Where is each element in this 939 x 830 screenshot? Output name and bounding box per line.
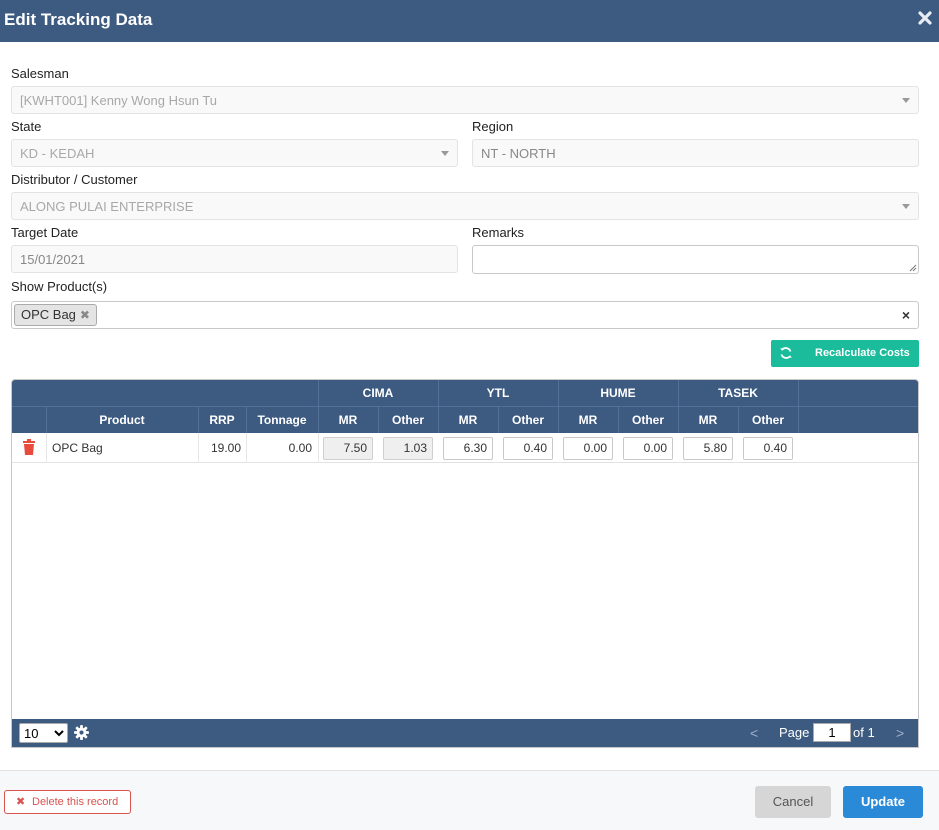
hume-other-input[interactable]: 0.00 [623, 437, 673, 460]
table-row: OPC Bag 19.00 0.00 7.50 1.03 6.30 0.40 0… [12, 433, 918, 463]
dropdown-caret-icon [902, 98, 910, 103]
recalculate-costs-button[interactable]: Recalculate Costs [771, 340, 919, 367]
products-label: Show Product(s) [11, 279, 108, 294]
group-header-cima: CIMA [362, 386, 394, 400]
row-divider [318, 433, 319, 463]
column-header-cima-mr[interactable]: MR [318, 407, 378, 433]
cima-other-input: 1.03 [383, 437, 433, 460]
column-header-hume-mr[interactable]: MR [558, 407, 618, 433]
chip-remove-icon[interactable]: ✖ [80, 308, 90, 322]
remarks-label: Remarks [472, 225, 525, 240]
hume-mr-input[interactable]: 0.00 [563, 437, 613, 460]
cima-mr-input: 7.50 [323, 437, 373, 460]
distributor-label: Distributor / Customer [11, 172, 138, 187]
state-label: State [11, 119, 42, 134]
page-count-label: of 1 [853, 725, 875, 740]
target-date-value: 15/01/2021 [20, 252, 86, 267]
prev-page-button[interactable]: < [750, 725, 758, 741]
gear-icon[interactable] [74, 725, 89, 740]
page-label: Page [779, 725, 810, 740]
distributor-select[interactable]: ALONG PULAI ENTERPRISE [11, 192, 919, 220]
page-number-input[interactable]: 1 [813, 723, 851, 742]
next-page-button[interactable]: > [896, 725, 904, 741]
refresh-icon [780, 347, 792, 359]
column-header-ytl-other[interactable]: Other [498, 407, 558, 433]
column-header-hume-other[interactable]: Other [618, 407, 678, 433]
page-size-select[interactable]: 10 [19, 723, 68, 743]
header-divider [12, 406, 918, 407]
cancel-button[interactable]: Cancel [755, 786, 831, 818]
column-header-tasek-mr[interactable]: MR [678, 407, 738, 433]
remarks-textarea[interactable] [472, 245, 919, 274]
dialog-titlebar: Edit Tracking Data [0, 0, 939, 42]
group-header-ytl: YTL [486, 386, 510, 400]
resize-grip-icon[interactable] [909, 264, 917, 272]
cell-product: OPC Bag [52, 441, 103, 455]
column-header-cima-other[interactable]: Other [378, 407, 438, 433]
ytl-other-input[interactable]: 0.40 [503, 437, 553, 460]
product-chip-label: OPC Bag [21, 307, 76, 322]
recalculate-label: Recalculate Costs [815, 347, 910, 359]
distributor-value: ALONG PULAI ENTERPRISE [20, 199, 194, 214]
region-value: NT - NORTH [481, 146, 556, 161]
header-divider [438, 380, 439, 433]
salesman-label: Salesman [11, 66, 69, 81]
tasek-mr-input[interactable]: 5.80 [683, 437, 733, 460]
target-date-field[interactable]: 15/01/2021 [11, 245, 458, 273]
column-header-ytl-mr[interactable]: MR [438, 407, 498, 433]
salesman-value: [KWHT001] Kenny Wong Hsun Tu [20, 93, 218, 108]
close-icon[interactable] [917, 10, 933, 26]
cell-tonnage: 0.00 [288, 441, 312, 455]
column-header-rrp[interactable]: RRP [198, 407, 246, 433]
state-value: KD - KEDAH [20, 146, 95, 161]
header-divider [738, 406, 739, 433]
products-multiselect[interactable]: OPC Bag ✖ × [11, 301, 919, 329]
dialog-title: Edit Tracking Data [4, 10, 153, 29]
header-divider [678, 380, 679, 433]
column-header-tonnage[interactable]: Tonnage [246, 407, 318, 433]
header-divider [498, 406, 499, 433]
grid-pager: 10 < Page 1 of 1 > [12, 719, 918, 747]
header-divider [798, 380, 799, 433]
header-divider [378, 406, 379, 433]
header-divider [246, 406, 247, 433]
group-header-tasek: TASEK [718, 386, 758, 400]
dropdown-caret-icon [902, 204, 910, 209]
header-divider [618, 406, 619, 433]
tasek-other-input[interactable]: 0.40 [743, 437, 793, 460]
region-label: Region [472, 119, 514, 134]
salesman-select[interactable]: [KWHT001] Kenny Wong Hsun Tu [11, 86, 919, 114]
tracking-grid: CIMA YTL HUME TASEK Product RRP Tonnage … [11, 379, 919, 748]
delete-record-button[interactable]: ✖ Delete this record [4, 790, 131, 814]
grid-header: CIMA YTL HUME TASEK Product RRP Tonnage … [12, 380, 918, 433]
ytl-mr-input[interactable]: 6.30 [443, 437, 493, 460]
dialog-footer: ✖ Delete this record Cancel Update [0, 770, 939, 830]
group-header-hume: HUME [600, 386, 636, 400]
header-divider [558, 380, 559, 433]
row-divider [46, 433, 47, 463]
column-header-tasek-other[interactable]: Other [738, 407, 798, 433]
clear-selection-icon[interactable]: × [902, 308, 910, 322]
column-header-product[interactable]: Product [46, 407, 198, 433]
update-button[interactable]: Update [843, 786, 923, 818]
product-chip: OPC Bag ✖ [14, 304, 97, 326]
header-divider [46, 406, 47, 433]
header-divider [198, 406, 199, 433]
dropdown-caret-icon [441, 151, 449, 156]
cell-rrp: 19.00 [210, 441, 241, 455]
state-select[interactable]: KD - KEDAH [11, 139, 458, 167]
delete-x-icon: ✖ [16, 796, 26, 808]
delete-record-label: Delete this record [32, 796, 119, 808]
trash-icon[interactable] [23, 439, 35, 455]
region-field[interactable]: NT - NORTH [472, 139, 919, 167]
header-divider [318, 380, 319, 433]
target-date-label: Target Date [11, 225, 79, 240]
